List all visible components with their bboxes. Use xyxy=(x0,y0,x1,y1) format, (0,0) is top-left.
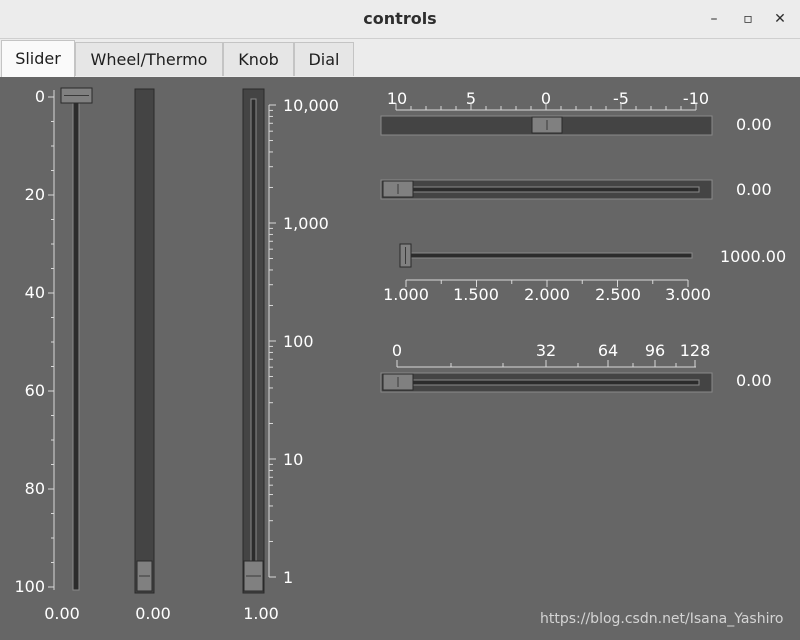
tick-label: 64 xyxy=(598,341,618,360)
tick-label: 100 xyxy=(283,332,314,351)
vertical-slider-linear-ticks xyxy=(48,96,54,588)
tick-label: 40 xyxy=(25,283,45,302)
tab-dial[interactable]: Dial xyxy=(294,42,354,76)
horizontal-slider-plain-handle[interactable] xyxy=(382,180,414,198)
horizontal-slider-range-value: 1000.00 xyxy=(720,247,786,266)
close-icon[interactable]: ✕ xyxy=(770,9,790,29)
maximize-icon[interactable]: ▫ xyxy=(738,9,758,29)
tick-label: 60 xyxy=(25,381,45,400)
horizontal-slider-scaled-handle[interactable] xyxy=(382,373,414,391)
title-bar: controls – ▫ ✕ xyxy=(0,0,800,39)
vertical-slider-log-handle[interactable] xyxy=(243,560,264,592)
slider-panel: 0 20 40 60 80 100 0.00 0.00 10,000 1,000… xyxy=(0,77,800,640)
tick-label: 96 xyxy=(645,341,665,360)
controls-canvas: 0 20 40 60 80 100 0.00 0.00 10,000 1,000… xyxy=(14,87,786,623)
vertical-fill-slider[interactable]: 0.00 xyxy=(134,88,171,623)
horizontal-slider-centered-ticks xyxy=(395,103,697,110)
horizontal-slider-scaled-ticks xyxy=(396,360,696,367)
vertical-slider-log[interactable]: 10,000 1,000 100 10 1 1.00 xyxy=(242,88,339,623)
vertical-fill-slider-handle[interactable] xyxy=(136,560,153,592)
horizontal-slider-scaled[interactable]: 0 32 64 96 128 0.00 xyxy=(380,341,772,393)
tick-label: 0 xyxy=(392,341,402,360)
minimize-icon[interactable]: – xyxy=(704,9,724,29)
tick-label: 80 xyxy=(25,479,45,498)
horizontal-slider-centered-handle[interactable] xyxy=(531,116,563,134)
tick-label: 128 xyxy=(680,341,711,360)
tick-label: 10 xyxy=(387,89,407,108)
horizontal-slider-plain-value: 0.00 xyxy=(736,180,772,199)
tick-label: 1.000 xyxy=(383,285,429,304)
tick-label: 1,000 xyxy=(283,214,329,233)
tab-bar: Slider Wheel/Thermo Knob Dial xyxy=(0,39,800,77)
tick-label: 3.000 xyxy=(665,285,711,304)
horizontal-slider-scaled-tick-labels: 0 32 64 96 128 xyxy=(392,341,710,360)
horizontal-slider-scaled-value: 0.00 xyxy=(736,371,772,390)
tab-slider[interactable]: Slider xyxy=(1,40,75,77)
horizontal-slider-range-tick-labels: 1.000 1.500 2.000 2.500 3.000 xyxy=(383,285,711,304)
tick-label: 2.500 xyxy=(595,285,641,304)
tick-label: 0 xyxy=(35,87,45,106)
vertical-fill-slider-value: 0.00 xyxy=(135,604,171,623)
vertical-slider-log-ticks xyxy=(269,104,276,578)
vertical-slider-linear-handle[interactable] xyxy=(60,87,93,104)
horizontal-slider-centered-tick-labels: 10 5 0 -5 -10 xyxy=(387,89,709,108)
vertical-slider-linear[interactable]: 0 20 40 60 80 100 0.00 xyxy=(14,87,93,623)
vertical-slider-log-value: 1.00 xyxy=(243,604,279,623)
tab-knob[interactable]: Knob xyxy=(223,42,294,76)
tick-label: 10 xyxy=(283,450,303,469)
vertical-slider-linear-tick-labels: 0 20 40 60 80 100 xyxy=(14,87,45,596)
vertical-slider-log-tick-labels: 10,000 1,000 100 10 1 xyxy=(283,96,339,587)
tick-label: 1.500 xyxy=(453,285,499,304)
horizontal-slider-range[interactable]: 1.000 1.500 2.000 2.500 3.000 1000.00 xyxy=(383,243,786,304)
tab-wheel-thermo[interactable]: Wheel/Thermo xyxy=(75,42,223,76)
horizontal-slider-plain[interactable]: 0.00 xyxy=(380,179,772,200)
vertical-slider-linear-value: 0.00 xyxy=(44,604,80,623)
horizontal-slider-centered[interactable]: 10 5 0 -5 -10 0.00 xyxy=(380,89,772,136)
tick-label: 1 xyxy=(283,568,293,587)
window-title: controls xyxy=(363,9,437,28)
tick-label: 2.000 xyxy=(524,285,570,304)
horizontal-slider-centered-value: 0.00 xyxy=(736,115,772,134)
tick-label: 20 xyxy=(25,185,45,204)
tick-label: 100 xyxy=(14,577,45,596)
tick-label: 10,000 xyxy=(283,96,339,115)
horizontal-slider-range-handle[interactable] xyxy=(399,243,412,268)
watermark-text: https://blog.csdn.net/Isana_Yashiro xyxy=(540,611,784,627)
tick-label: 32 xyxy=(536,341,556,360)
